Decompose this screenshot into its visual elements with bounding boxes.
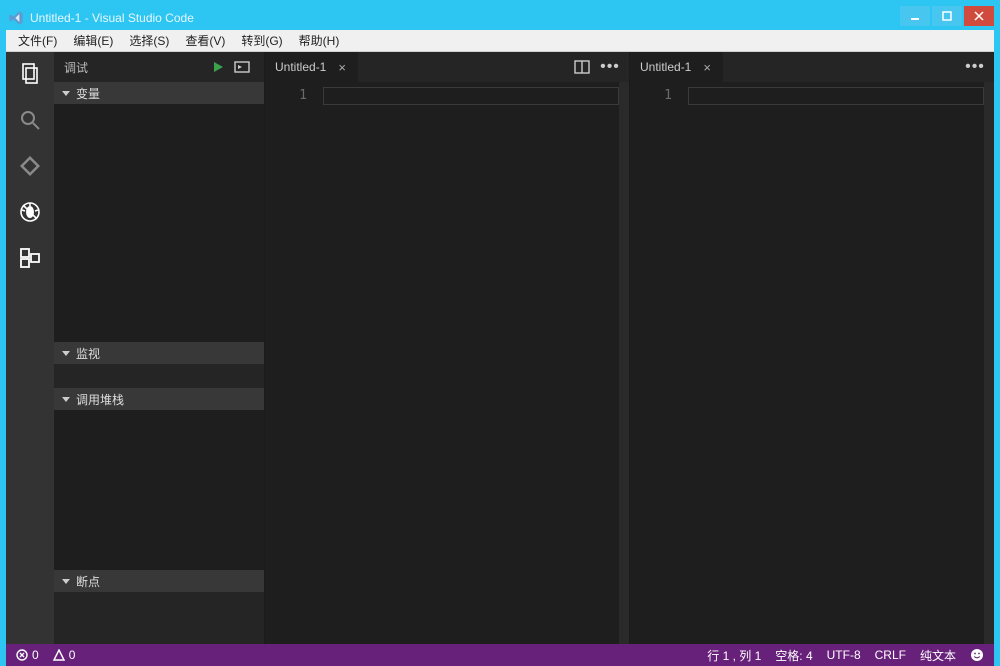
status-warnings[interactable]: 0 <box>53 648 76 662</box>
activity-explorer-icon[interactable] <box>16 60 44 88</box>
more-actions-button[interactable]: ••• <box>601 58 619 76</box>
menu-selection[interactable]: 选择(S) <box>121 30 177 51</box>
smiley-icon <box>970 648 984 662</box>
debug-start-button[interactable] <box>206 57 230 77</box>
tab-untitled-right[interactable]: Untitled-1 × <box>630 52 724 82</box>
menu-edit[interactable]: 编辑(E) <box>65 30 121 51</box>
debug-section-watch-label: 监视 <box>76 345 100 362</box>
debug-sidebar: 调试 变量 监视 调用堆栈 断点 <box>54 52 264 644</box>
editor-body-left[interactable]: 1 <box>265 82 629 644</box>
menu-view[interactable]: 查看(V) <box>177 30 233 51</box>
status-warnings-count: 0 <box>69 648 76 662</box>
current-line-highlight <box>323 87 619 105</box>
more-actions-button[interactable]: ••• <box>966 58 984 76</box>
debug-section-breakpoints-label: 断点 <box>76 573 100 590</box>
menu-go[interactable]: 转到(G) <box>233 30 290 51</box>
debug-watch-body <box>54 364 264 388</box>
status-encoding[interactable]: UTF-8 <box>827 648 861 662</box>
tab-close-button[interactable]: × <box>701 60 713 75</box>
tab-untitled-left[interactable]: Untitled-1 × <box>265 52 359 82</box>
activity-debug-icon[interactable] <box>16 198 44 226</box>
debug-config-button[interactable] <box>230 57 254 77</box>
debug-section-variables-label: 变量 <box>76 85 100 102</box>
chevron-down-icon <box>62 579 70 584</box>
vscode-logo-icon <box>8 10 24 26</box>
status-language-mode[interactable]: 纯文本 <box>920 647 956 664</box>
window-maximize-button[interactable] <box>932 6 962 26</box>
tab-label: Untitled-1 <box>640 60 691 74</box>
tab-label: Untitled-1 <box>275 60 326 74</box>
debug-sidebar-header: 调试 <box>54 52 264 82</box>
debug-section-watch[interactable]: 监视 <box>54 342 264 364</box>
window-minimize-button[interactable] <box>900 6 930 26</box>
status-cursor-position[interactable]: 行 1 , 列 1 <box>707 647 761 664</box>
debug-callstack-body <box>54 410 264 570</box>
tab-row-right: Untitled-1 × ••• <box>630 52 994 82</box>
status-bar: 0 0 行 1 , 列 1 空格: 4 UTF-8 CRLF 纯文本 <box>6 644 994 666</box>
menu-bar: 文件(F) 编辑(E) 选择(S) 查看(V) 转到(G) 帮助(H) <box>6 30 994 52</box>
status-eol[interactable]: CRLF <box>875 648 906 662</box>
debug-section-callstack-label: 调用堆栈 <box>76 391 124 408</box>
feedback-button[interactable] <box>970 648 984 662</box>
split-editor-button[interactable] <box>573 58 591 76</box>
current-line-highlight <box>688 87 984 105</box>
debug-section-callstack[interactable]: 调用堆栈 <box>54 388 264 410</box>
activity-search-icon[interactable] <box>16 106 44 134</box>
line-number: 1 <box>630 82 688 644</box>
debug-sidebar-title: 调试 <box>64 59 88 76</box>
vertical-scrollbar[interactable] <box>984 82 994 644</box>
editor-group-right: Untitled-1 × ••• 1 <box>629 52 994 644</box>
window-close-button[interactable] <box>964 6 994 26</box>
chevron-down-icon <box>62 397 70 402</box>
window-title-bar: Untitled-1 - Visual Studio Code <box>6 6 994 30</box>
tab-row-left: Untitled-1 × ••• <box>265 52 629 82</box>
activity-extensions-icon[interactable] <box>16 244 44 272</box>
chevron-down-icon <box>62 91 70 96</box>
status-errors[interactable]: 0 <box>16 648 39 662</box>
debug-variables-body <box>54 104 264 342</box>
editor-body-right[interactable]: 1 <box>630 82 994 644</box>
chevron-down-icon <box>62 351 70 356</box>
editor-group-left: Untitled-1 × ••• 1 <box>264 52 629 644</box>
status-errors-count: 0 <box>32 648 39 662</box>
menu-help[interactable]: 帮助(H) <box>291 30 348 51</box>
vertical-scrollbar[interactable] <box>619 82 629 644</box>
window-title: Untitled-1 - Visual Studio Code <box>30 11 898 25</box>
activity-bar <box>6 52 54 644</box>
status-indentation[interactable]: 空格: 4 <box>775 647 812 664</box>
menu-file[interactable]: 文件(F) <box>10 30 65 51</box>
debug-section-variables[interactable]: 变量 <box>54 82 264 104</box>
activity-source-control-icon[interactable] <box>16 152 44 180</box>
tab-close-button[interactable]: × <box>336 60 348 75</box>
line-number: 1 <box>265 82 323 644</box>
debug-section-breakpoints[interactable]: 断点 <box>54 570 264 592</box>
